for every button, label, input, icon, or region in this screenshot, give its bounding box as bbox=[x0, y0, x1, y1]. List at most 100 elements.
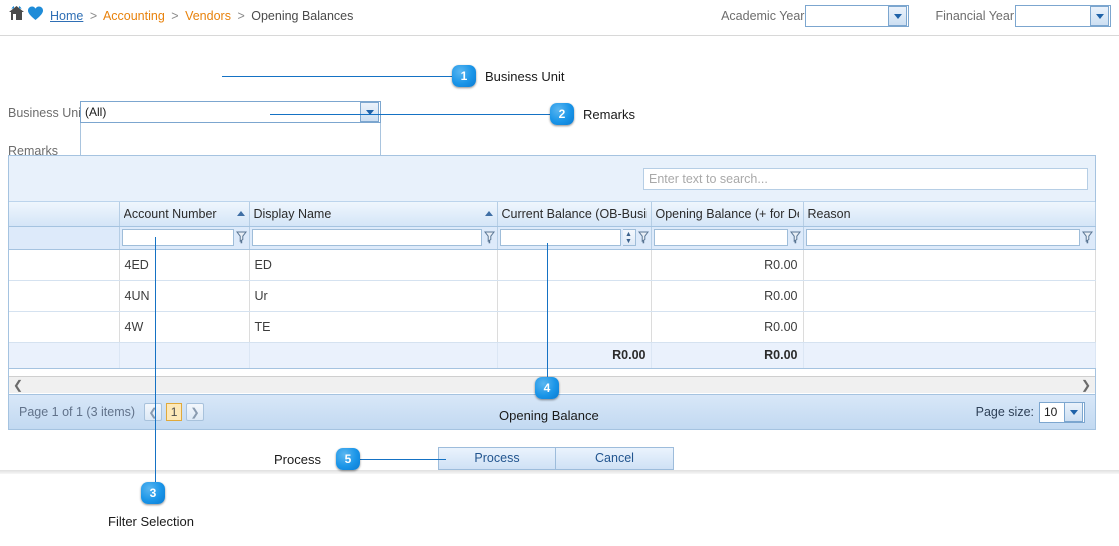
column-header-opening-balance[interactable]: Opening Balance (+ for De bbox=[651, 202, 804, 227]
pager-next-button[interactable]: ❯ bbox=[186, 403, 205, 421]
filter-cell-opening-balance bbox=[651, 226, 804, 250]
page-size-value: 10 bbox=[1044, 405, 1058, 419]
table-row[interactable]: 4ED ED R0.00 bbox=[9, 249, 1096, 281]
total-cell-blank-1 bbox=[9, 341, 120, 369]
filter-input-current-balance[interactable] bbox=[499, 229, 621, 246]
filter-form: Business Unit (All) Remarks bbox=[0, 36, 1119, 176]
action-buttons: Process Cancel bbox=[438, 447, 674, 470]
page-size-dropdown[interactable]: 10 bbox=[1039, 401, 1085, 423]
table-row[interactable]: 4UN Ur R0.00 bbox=[9, 280, 1096, 312]
cell-display-name: TE bbox=[249, 311, 498, 343]
chevron-down-icon bbox=[1095, 13, 1104, 19]
financial-year-dropdown[interactable] bbox=[1015, 5, 1111, 27]
cell-current-balance bbox=[497, 280, 652, 312]
cell-select[interactable] bbox=[9, 280, 120, 312]
filter-input-account-number[interactable] bbox=[121, 229, 234, 246]
column-label: Reason bbox=[807, 206, 851, 221]
cell-reason[interactable] bbox=[803, 249, 1096, 281]
cell-opening-balance[interactable]: R0.00 bbox=[651, 280, 804, 312]
cell-account-number: 4W bbox=[119, 311, 250, 343]
callout-badge-4: 4 bbox=[535, 377, 559, 399]
total-current-balance: R0.00 bbox=[497, 341, 652, 369]
cell-opening-balance[interactable]: R0.00 bbox=[651, 311, 804, 343]
callout-leader-5 bbox=[358, 459, 446, 460]
total-cell-blank-4 bbox=[803, 341, 1096, 369]
cell-current-balance bbox=[497, 249, 652, 281]
business-unit-dropdown[interactable]: (All) bbox=[80, 101, 381, 123]
callout-label-2: Remarks bbox=[583, 107, 636, 122]
cell-reason[interactable] bbox=[803, 311, 1096, 343]
table-body: 4ED ED R0.00 4UN Ur R0.00 4W TE R0.00 R0… bbox=[9, 249, 1096, 369]
breadcrumb-separator-1: > bbox=[89, 9, 98, 23]
filter-cell-display-name bbox=[249, 226, 498, 250]
breadcrumb-accounting[interactable]: Accounting bbox=[103, 9, 165, 23]
column-label: Display Name bbox=[253, 206, 332, 221]
column-header-reason[interactable]: Reason bbox=[803, 202, 1096, 227]
sort-ascending-icon bbox=[236, 211, 245, 217]
table-header-row: Account Number Display Name Current Bala… bbox=[9, 202, 1096, 227]
table-total-row: R0.00 R0.00 bbox=[9, 341, 1096, 369]
callout-label-4: Opening Balance bbox=[499, 408, 599, 423]
business-unit-value: (All) bbox=[85, 105, 107, 119]
callout-badge-5: 5 bbox=[336, 448, 360, 470]
page-size-group: Page size: 10 bbox=[976, 401, 1085, 423]
table-row[interactable]: 4W TE R0.00 bbox=[9, 311, 1096, 343]
business-unit-label: Business Unit bbox=[8, 106, 85, 120]
funnel-icon[interactable] bbox=[1081, 231, 1093, 244]
column-header-select[interactable] bbox=[9, 202, 120, 227]
cell-current-balance bbox=[497, 311, 652, 343]
column-label: Opening Balance (+ for De bbox=[655, 206, 799, 221]
financial-year-label: Financial Year bbox=[935, 9, 1014, 23]
filter-row: ▲ ▼ bbox=[9, 226, 1096, 250]
chevron-right-icon[interactable]: ❯ bbox=[1077, 378, 1095, 392]
spinner-up-down-icon[interactable]: ▲ ▼ bbox=[622, 229, 636, 246]
process-button[interactable]: Process bbox=[438, 447, 556, 470]
page-size-dropdown-button[interactable] bbox=[1064, 402, 1083, 422]
data-table: Account Number Display Name Current Bala… bbox=[9, 202, 1096, 369]
filter-input-display-name[interactable] bbox=[251, 229, 482, 246]
funnel-icon[interactable] bbox=[235, 231, 247, 244]
breadcrumb-current: Opening Balances bbox=[251, 9, 354, 23]
pager-prev-button[interactable]: ❮ bbox=[144, 403, 163, 421]
callout-badge-1: 1 bbox=[452, 65, 476, 87]
home-icon[interactable] bbox=[8, 5, 25, 21]
breadcrumb-vendors[interactable]: Vendors bbox=[185, 9, 231, 23]
filter-input-reason[interactable] bbox=[805, 229, 1080, 246]
column-header-display-name[interactable]: Display Name bbox=[249, 202, 498, 227]
column-label: Current Balance (OB-Busin bbox=[501, 206, 647, 221]
breadcrumb-home[interactable]: Home bbox=[50, 9, 83, 23]
cell-opening-balance[interactable]: R0.00 bbox=[651, 249, 804, 281]
cancel-button[interactable]: Cancel bbox=[556, 447, 674, 470]
filter-cell-current-balance: ▲ ▼ bbox=[497, 226, 652, 250]
total-cell-blank-3 bbox=[249, 341, 498, 369]
year-selectors: Academic Year Financial Year bbox=[721, 5, 1111, 27]
chevron-down-icon bbox=[1069, 409, 1078, 415]
cell-select[interactable] bbox=[9, 311, 120, 343]
pager-page-1[interactable]: 1 bbox=[166, 403, 183, 421]
funnel-icon[interactable] bbox=[637, 231, 649, 244]
funnel-icon[interactable] bbox=[789, 231, 801, 244]
search-input[interactable] bbox=[643, 168, 1088, 190]
chevron-left-icon[interactable]: ❮ bbox=[9, 378, 27, 392]
cell-account-number: 4ED bbox=[119, 249, 250, 281]
financial-year-dropdown-button[interactable] bbox=[1090, 6, 1109, 26]
academic-year-dropdown-button[interactable] bbox=[888, 6, 908, 26]
funnel-icon[interactable] bbox=[483, 231, 495, 244]
breadcrumb: Home > Accounting > Vendors > Opening Ba… bbox=[50, 9, 353, 23]
cell-display-name: Ur bbox=[249, 280, 498, 312]
chevron-down-icon bbox=[893, 13, 902, 19]
callout-leader-1 bbox=[222, 76, 453, 77]
cell-display-name: ED bbox=[249, 249, 498, 281]
cell-account-number: 4UN bbox=[119, 280, 250, 312]
breadcrumb-bar: Home > Accounting > Vendors > Opening Ba… bbox=[0, 0, 1119, 36]
column-header-current-balance[interactable]: Current Balance (OB-Busin bbox=[497, 202, 652, 227]
cell-select[interactable] bbox=[9, 249, 120, 281]
academic-year-dropdown[interactable] bbox=[805, 5, 910, 27]
heart-icon[interactable] bbox=[27, 5, 44, 21]
cell-reason[interactable] bbox=[803, 280, 1096, 312]
business-unit-dropdown-button[interactable] bbox=[360, 102, 379, 122]
column-header-account-number[interactable]: Account Number bbox=[119, 202, 250, 227]
pager-info: Page 1 of 1 (3 items) bbox=[19, 405, 136, 419]
filter-input-opening-balance[interactable] bbox=[653, 229, 788, 246]
callout-label-1: Business Unit bbox=[485, 69, 565, 84]
